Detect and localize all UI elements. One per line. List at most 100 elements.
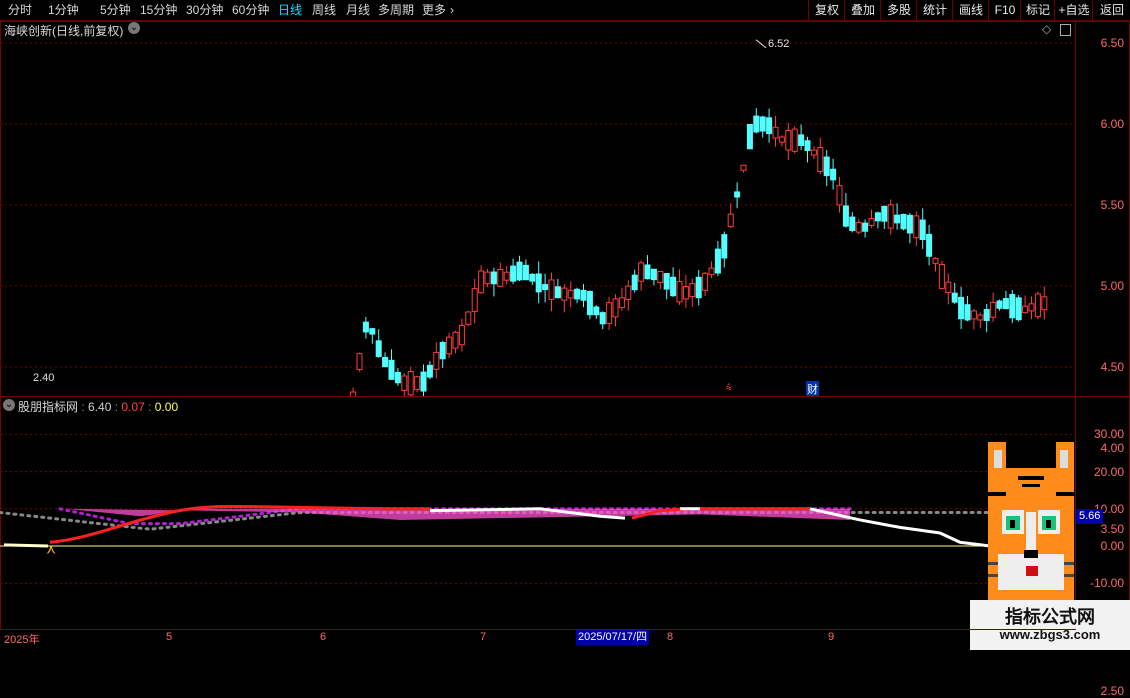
candle-body [778,136,785,143]
candle-body [382,356,389,368]
period-tab-fenshi[interactable]: 分时 [8,0,32,20]
price-tick-label: 5.00 [1100,279,1124,293]
candle-body [702,272,709,291]
candle-body [874,212,881,222]
draw-line-button[interactable]: 画线 [952,0,989,20]
f10-button[interactable]: F10 [988,0,1021,20]
candle-body [644,264,651,280]
candle-body [836,185,843,206]
more-chevron-icon[interactable]: › [450,0,454,20]
candle-body [938,263,945,289]
low-price-label: 2.40 [33,372,55,384]
candle-body [676,280,683,303]
price-tick-label: 6.50 [1100,36,1124,50]
candle-body [612,298,619,318]
high-price-label: 6.52 [768,38,790,50]
candle-body [906,214,913,234]
price-tick-label: 6.00 [1100,117,1124,131]
candle-body [753,115,760,133]
candle-body [574,288,581,300]
candle-body [388,359,395,380]
candle-body [1015,297,1022,321]
back-button[interactable]: 返回 [1092,0,1130,20]
period-tab-15min[interactable]: 15分钟 [140,0,177,20]
indicator-tick-label: 0.00 [1100,539,1124,553]
overlay-button[interactable]: 叠加 [844,0,881,20]
period-tab-60min[interactable]: 60分钟 [232,0,269,20]
price-tick-label: 2.50 [1100,684,1124,698]
candle-body [638,262,645,282]
period-tab-weekly[interactable]: 周线 [312,0,336,20]
candle-body [650,268,657,281]
candle-body [510,265,517,282]
candle-body [1028,303,1035,312]
x-axis-label-year: 2025年 [4,634,40,646]
tiger-mascot-image [988,442,1074,600]
cursor-date-label: 2025/07/17/四 [576,630,650,645]
candle-body [932,257,939,264]
candle-body [567,289,574,299]
high-marker-line [755,39,767,49]
candle-body [369,328,376,335]
stats-button[interactable]: 统计 [916,0,953,20]
candle-body [708,267,715,276]
candle-body [785,129,792,151]
candle-body [465,311,472,325]
period-tab-5min[interactable]: 5分钟 [100,0,131,20]
period-tab-daily[interactable]: 日线 [278,0,302,20]
candle-body [746,123,753,150]
candle-body [593,306,600,316]
x-axis-label-august: 8 [667,631,674,643]
candle-body [663,273,670,290]
period-tab-monthly[interactable]: 月线 [346,0,370,20]
finance-marker[interactable]: 财 [806,381,819,397]
candle-body [503,271,510,281]
candle-body [887,204,894,229]
indicator-tick-label: 30.00 [1093,427,1124,442]
watermark-title: 指标公式网 [1005,607,1095,627]
candle-body [881,205,888,222]
candle-body [535,273,542,293]
x-axis-line [0,629,1076,630]
candle-body [1022,305,1029,314]
event-marker-icon[interactable]: ⩯ [726,383,732,394]
candle-body [548,279,555,300]
mark-button[interactable]: 标记 [1020,0,1055,20]
candle-body [868,218,875,226]
top-toolbar: 分时 1分钟 5分钟 15分钟 30分钟 60分钟 日线 周线 月线 多周期 更… [0,0,1130,21]
candle-body [983,309,990,321]
period-tab-more[interactable]: 更多 [422,0,446,20]
candle-body [740,164,747,171]
candle-body [401,375,408,391]
period-tab-multi[interactable]: 多周期 [378,0,414,20]
candle-body [817,146,824,172]
fuquan-button[interactable]: 复权 [808,0,845,20]
candle-body [1002,298,1009,310]
period-tab-1min[interactable]: 1分钟 [48,0,79,20]
candle-body [407,371,414,396]
period-tab-30min[interactable]: 30分钟 [186,0,223,20]
indicator-chart[interactable]: ⋏ [0,396,1076,630]
candle-body [362,321,369,333]
candle-body [497,268,504,287]
candle-body [516,261,523,281]
candle-body [759,116,766,132]
candle-body [356,353,363,371]
candle-body [1041,296,1048,311]
candle-body [964,304,971,321]
candle-body [996,300,1003,309]
add-watchlist-button[interactable]: +自选 [1054,0,1093,20]
candle-body [830,168,837,181]
candle-body [926,233,933,257]
candle-body [721,234,728,259]
candle-body [1009,294,1016,319]
candle-body [490,271,497,285]
candlestick-chart[interactable] [0,21,1076,397]
candle-body [458,324,465,346]
candle-body [849,216,856,232]
multi-stock-button[interactable]: 多股 [880,0,917,20]
x-axis-label-july: 7 [480,631,487,643]
candle-body [977,314,984,321]
candle-body [689,283,696,298]
candle-body [791,128,798,152]
